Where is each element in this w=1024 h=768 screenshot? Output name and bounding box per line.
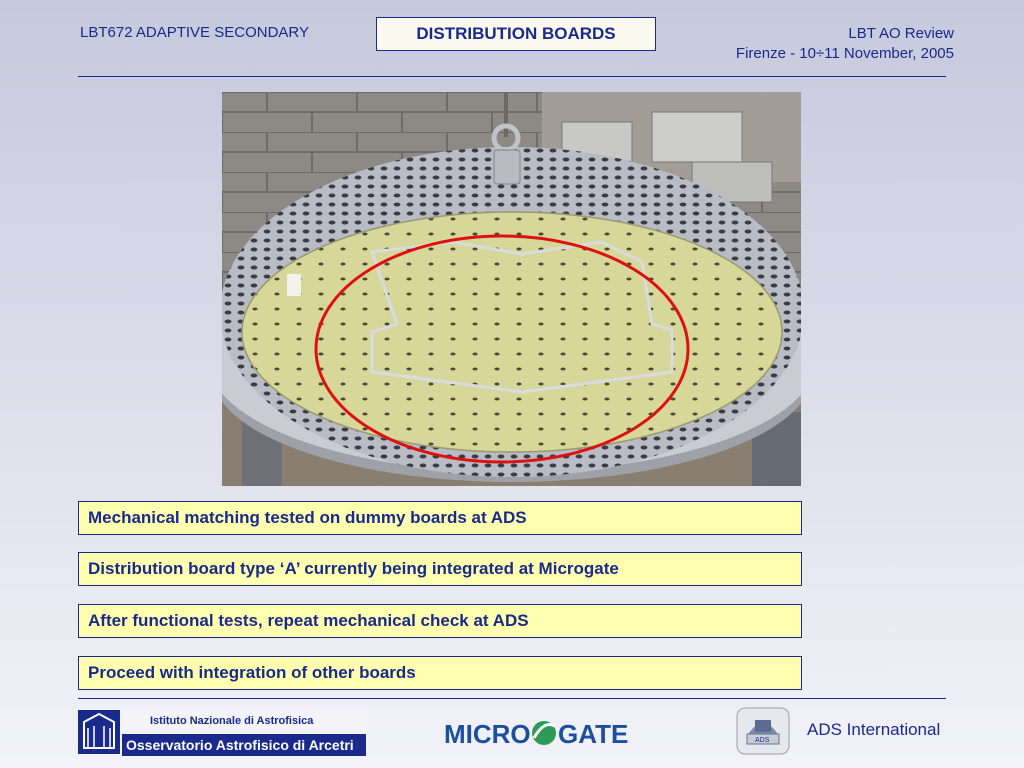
bullet-4: Proceed with integration of other boards (78, 656, 802, 690)
microgate-logo: MICRO GATE (440, 712, 630, 754)
bullet-3: After functional tests, repeat mechanica… (78, 604, 802, 638)
inaf-line1: Istituto Nazionale di Astrofisica (150, 715, 314, 727)
microgate-right-text: GATE (558, 719, 628, 749)
header-right-block: LBT AO Review Firenze - 10÷11 November, … (736, 24, 954, 64)
inaf-line2: Osservatorio Astrofisico di Arcetri (126, 737, 354, 753)
ads-badge-text: ADS (755, 737, 770, 744)
ads-telescope-icon: ADS (736, 707, 790, 755)
microgate-left-text: MICRO (444, 719, 531, 749)
ads-name: ADS International (807, 720, 940, 739)
mirror-photo-drawing (222, 92, 801, 486)
mirror-photo (222, 92, 801, 486)
header-left-text: LBT672 ADAPTIVE SECONDARY (80, 24, 309, 41)
inaf-arcetri-logo: Istituto Nazionale di Astrofisica Osserv… (78, 708, 368, 758)
microgate-swoosh-icon (532, 721, 556, 745)
ads-international-logo: ADS ADS International (735, 706, 955, 756)
header-right-line1: LBT AO Review (848, 25, 954, 42)
slide-title: DISTRIBUTION BOARDS (376, 17, 656, 51)
bullet-2: Distribution board type ‘A’ currently be… (78, 552, 802, 586)
header-right-line2: Firenze - 10÷11 November, 2005 (735, 45, 954, 62)
footer-divider (78, 698, 946, 699)
bullet-1: Mechanical matching tested on dummy boar… (78, 501, 802, 535)
header-divider (78, 76, 946, 77)
